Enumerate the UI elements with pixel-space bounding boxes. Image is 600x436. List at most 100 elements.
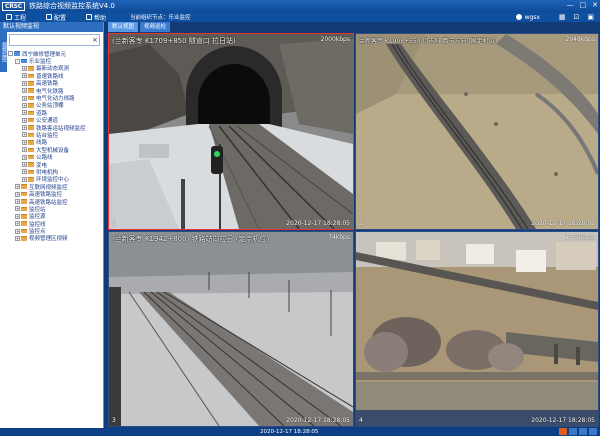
video-area: 默认视图 视频巡检 (兰新客专 K1709+850 隧道口 拉日站) 2000k…	[105, 22, 600, 428]
tree-node[interactable]: - 西宁维修管理单元	[8, 50, 103, 58]
bitrate-label: 2048kbps	[565, 36, 596, 43]
video-timestamp: 2020-12-17 18:28:05	[286, 220, 350, 227]
folder-icon	[28, 81, 34, 86]
folder-icon	[21, 184, 27, 189]
expand-icon[interactable]: +	[22, 88, 27, 94]
video-cell-4[interactable]: 1765kbps 2020-12-17 18:28:05 4	[355, 231, 599, 427]
expand-icon[interactable]: +	[15, 228, 20, 234]
expand-icon[interactable]: +	[15, 235, 20, 241]
side-tab-video[interactable]: 视频监控	[0, 32, 7, 72]
minimize-button[interactable]: —	[567, 1, 574, 10]
expand-icon[interactable]: +	[15, 206, 20, 212]
video-cell-3[interactable]: (兰新客专 K1942+800) 铁路站向拉日 (定点机位) 74kbps 20…	[108, 231, 354, 427]
user-icon	[515, 14, 522, 20]
tree-node[interactable]: + 公务站顶棚	[8, 102, 103, 109]
folder-icon	[21, 206, 27, 212]
status-bar: 2020-12-17 18:28:05	[0, 428, 600, 436]
video-osd-label: (兰新客专 K1709+850 隧道口 拉日站)	[112, 37, 236, 45]
video-cell-1[interactable]: (兰新客专 K1709+850 隧道口 拉日站) 2000kbps 2020-1…	[108, 33, 354, 230]
view-tabs: 默认视图 视频巡检	[105, 22, 171, 32]
folder-icon	[28, 66, 34, 71]
username: wgsx	[524, 13, 540, 21]
grid-layout-icon[interactable]: ▦	[559, 13, 566, 21]
panel-title: 默认视频监视	[0, 22, 103, 32]
device-tree: - 西宁维修管理单元 - 乐业监控 + 最新动态观测 + 普速铁路线 + 高速铁路 + 电气化铁路 + 电…	[8, 50, 103, 242]
tray-icon[interactable]	[589, 428, 597, 435]
expand-icon[interactable]: +	[22, 176, 27, 182]
expand-icon[interactable]: +	[22, 65, 27, 71]
tree-node[interactable]: + 站台监控	[8, 131, 103, 139]
video-frame-4	[356, 232, 598, 426]
system-clock: 2020-12-17 18:28:05	[260, 429, 319, 435]
video-frame-2	[356, 34, 598, 229]
single-layout-icon[interactable]: ⊡	[574, 13, 580, 21]
tree-node[interactable]: + 高速铁路站监控	[8, 198, 103, 206]
video-timestamp: 2020-12-17 18:28:05	[531, 220, 595, 227]
video-cell-2[interactable]: 兰新客专 K1908+550 贝吉科 西宁方向 [固定机位] 2048kbps …	[355, 33, 599, 230]
tree-node[interactable]: + 大型机械设备	[8, 146, 103, 154]
tray-icon[interactable]	[569, 428, 577, 435]
expand-icon[interactable]: +	[22, 147, 27, 153]
collapse-icon[interactable]: -	[15, 58, 20, 64]
expand-icon[interactable]: +	[15, 184, 20, 190]
expand-icon[interactable]: +	[22, 110, 27, 116]
tray-icon[interactable]	[579, 428, 587, 435]
menu-config[interactable]: 配置	[46, 13, 80, 22]
expand-icon[interactable]: +	[22, 139, 27, 145]
expand-icon[interactable]: +	[22, 154, 27, 160]
expand-icon[interactable]: +	[22, 125, 27, 131]
video-frame-3	[109, 232, 353, 426]
folder-icon	[28, 95, 34, 101]
expand-icon[interactable]: +	[22, 95, 27, 101]
menu-project[interactable]: 工程	[6, 13, 40, 22]
bitrate-label: 2000kbps	[320, 36, 351, 43]
expand-icon[interactable]: +	[22, 117, 27, 123]
folder-icon	[21, 228, 27, 234]
expand-icon[interactable]: +	[15, 191, 20, 197]
expand-icon[interactable]: +	[22, 162, 27, 168]
clear-search-icon[interactable]: ×	[92, 36, 98, 44]
expand-icon[interactable]: +	[22, 132, 27, 138]
folder-icon	[21, 191, 27, 197]
tree-node[interactable]: + 监控源	[8, 213, 103, 220]
tree-search-input[interactable]	[10, 35, 90, 45]
fullscreen-icon[interactable]: ▣	[587, 13, 594, 21]
tree-search: ×	[9, 34, 100, 46]
app-logo: CRSC	[2, 1, 25, 11]
expand-icon[interactable]: +	[15, 221, 20, 227]
system-tray	[559, 428, 597, 435]
menu-help[interactable]: 帮助	[86, 13, 120, 22]
tree-node[interactable]: + 公路线	[8, 153, 103, 161]
folder-icon	[21, 221, 27, 226]
tree-node[interactable]: + 视频管理区视频	[8, 235, 103, 242]
tray-icon[interactable]	[559, 428, 567, 435]
expand-icon[interactable]: +	[22, 169, 27, 175]
maximize-button[interactable]: □	[580, 1, 587, 10]
folder-icon	[28, 147, 34, 153]
expand-icon[interactable]: +	[15, 213, 20, 219]
folder-icon	[14, 51, 20, 56]
config-icon	[46, 14, 52, 20]
folder-icon	[28, 132, 34, 138]
cell-number: 3	[112, 417, 116, 424]
window-controls: — □ ✕	[567, 1, 599, 10]
folder-icon	[21, 58, 27, 64]
tab-default-view[interactable]: 默认视图	[108, 22, 139, 32]
tree-node[interactable]: + 监控线	[8, 220, 103, 228]
user-info[interactable]: wgsx	[515, 13, 540, 21]
video-timestamp: 2020-12-17 18:28:05	[531, 417, 595, 424]
tab-video-patrol[interactable]: 视频巡检	[140, 22, 171, 32]
tree-node[interactable]: + 监控站	[8, 205, 103, 213]
expand-icon[interactable]: +	[15, 199, 20, 204]
folder-icon	[21, 199, 27, 204]
expand-icon[interactable]: +	[22, 73, 27, 79]
close-button[interactable]: ✕	[592, 1, 598, 10]
expand-icon[interactable]: +	[22, 102, 27, 108]
collapse-icon[interactable]: -	[8, 51, 13, 57]
device-tree-panel: 默认视频监视 视频监控 × - 西宁维修管理单元 - 乐业监控 + 最新动态观测 + 普速铁路…	[0, 22, 104, 428]
folder-icon	[28, 88, 34, 93]
bitrate-label: 1765kbps	[565, 234, 596, 241]
video-frame-1	[109, 34, 353, 229]
folder-icon	[28, 154, 34, 160]
expand-icon[interactable]: +	[22, 80, 27, 86]
